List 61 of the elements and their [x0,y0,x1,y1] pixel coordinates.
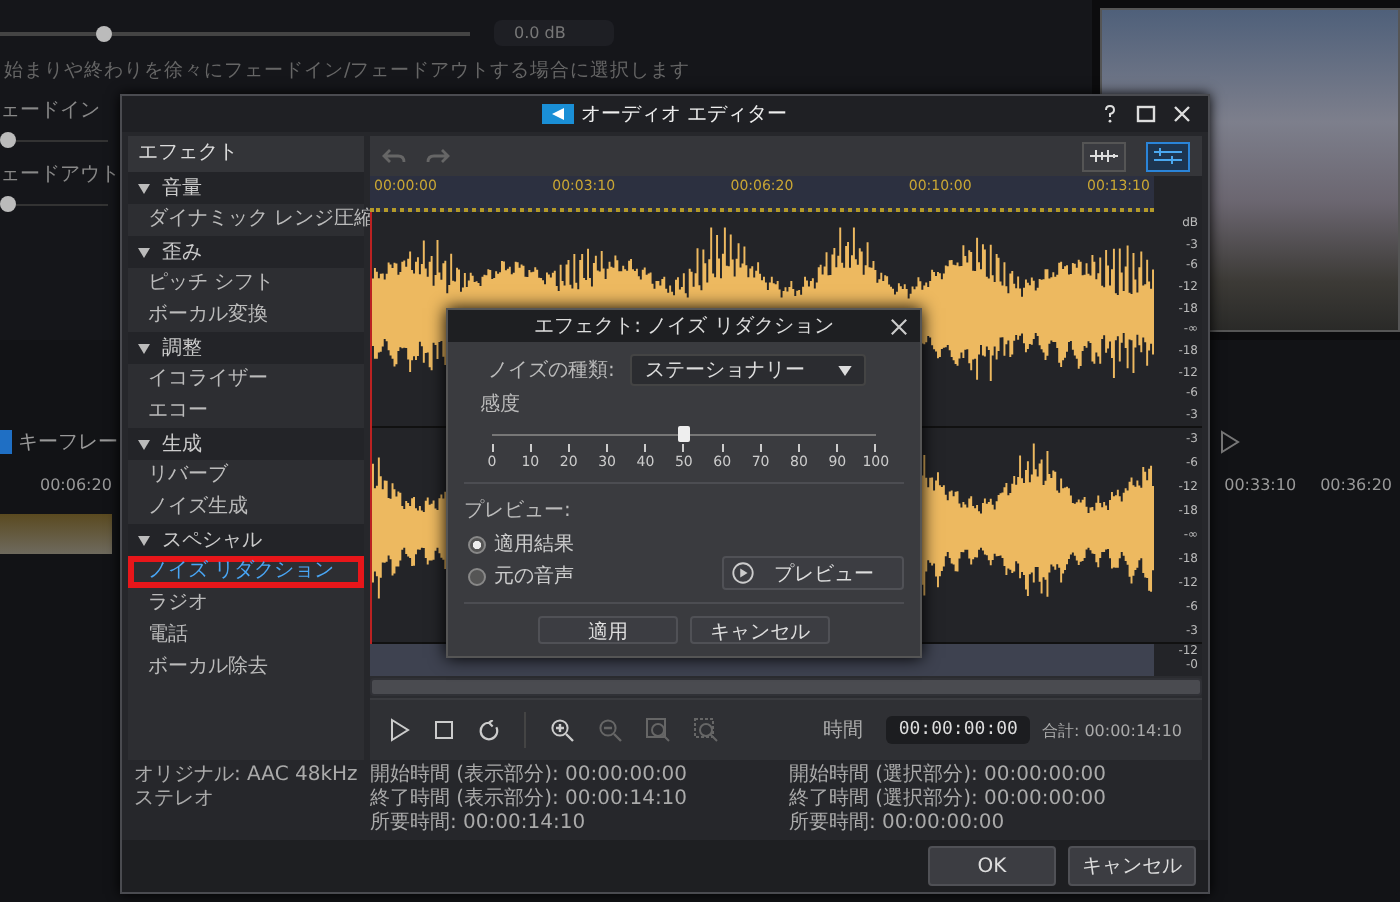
play-icon[interactable] [390,718,410,742]
time-field[interactable]: 00:00:00:00 [886,716,1030,744]
fade-label: ェードイン [0,98,100,124]
dropdown-caret-icon [838,365,853,375]
preview-label: プレビュー: [464,497,573,524]
info-text: オリジナル: AAC 48kHz [134,764,358,788]
info-text: 終了時間 (表示部分): 00:00:14:10 [370,788,690,811]
maximize-icon[interactable] [1136,104,1156,124]
panel-header: エフェクト [128,136,364,172]
hint-text: 始まりや終わりを徐々にフェードイン/フェードアウトする場合に選択します [2,58,693,84]
noise-type-label: ノイズの種類: [488,357,615,384]
help-icon[interactable] [1100,104,1120,124]
cancel-button[interactable]: キャンセル [690,616,830,644]
slider-thumb[interactable] [95,25,112,41]
category-row[interactable]: スペシャル [128,524,364,556]
fade-label: ェードアウト [0,162,120,188]
category-row[interactable]: 歪み [128,236,364,268]
timeline-time: 00:33:10 [1224,476,1297,494]
video-thumbnail [0,514,112,554]
zoom-in-icon[interactable] [550,718,574,742]
waveform-view-icon [1090,148,1118,164]
radio-option[interactable]: 元の音声 [468,562,574,590]
ok-button[interactable]: OK [928,846,1056,886]
category-row[interactable]: 音量 [128,172,364,204]
info-text: 開始時間 (表示部分): 00:00:00:00 [370,764,690,787]
slider-thumb[interactable] [678,426,690,442]
loop-icon[interactable] [478,719,500,741]
play-icon[interactable] [1220,430,1240,454]
cancel-button[interactable]: キャンセル [1068,846,1196,886]
view-mode-button[interactable] [1082,141,1126,171]
split-view-icon [1154,148,1182,164]
stop-icon[interactable] [434,720,454,740]
category-row[interactable]: 生成 [128,428,364,460]
view-mode-button[interactable] [1146,141,1190,171]
timeline-time: 00:06:20 [38,476,112,494]
info-text: 所要時間: 00:00:14:10 [370,812,588,836]
info-text: 所要時間: 00:00:00:00 [789,812,1007,836]
category-row[interactable]: 調整 [128,332,364,364]
slider-thumb[interactable] [0,132,16,148]
effect-item[interactable]: ノイズ リダクション [128,556,364,588]
volume-field[interactable]: 0.0 dB [494,20,614,46]
dialog-title: エフェクト: ノイズ リダクション [534,314,834,340]
apply-button[interactable]: 適用 [538,616,678,644]
app-logo-icon [542,104,575,124]
sensitivity-label: 感度 [478,391,522,418]
preview-button[interactable]: プレビュー [722,556,904,590]
close-icon[interactable] [1172,104,1192,124]
timeline-time: 00:36:20 [1320,476,1392,494]
keyframe-label: キーフレー [18,430,118,456]
info-text: 開始時間 (選択部分): 00:00:00:00 [789,764,1109,787]
slider-thumb[interactable] [0,196,16,212]
total-time: 合計: 00:00:14:10 [1041,719,1182,741]
radio-option[interactable]: 適用結果 [468,530,574,558]
info-text: ステレオ [134,788,216,812]
noise-type-dropdown[interactable]: ステーショナリー [630,354,867,386]
play-icon [732,562,754,584]
time-label: 時間 [822,717,863,744]
window-title: オーディオ エディター [580,102,788,128]
info-text: 終了時間 (選択部分): 00:00:00:00 [789,788,1109,811]
close-icon[interactable] [890,318,908,336]
horizontal-scrollbar[interactable] [370,678,1202,696]
